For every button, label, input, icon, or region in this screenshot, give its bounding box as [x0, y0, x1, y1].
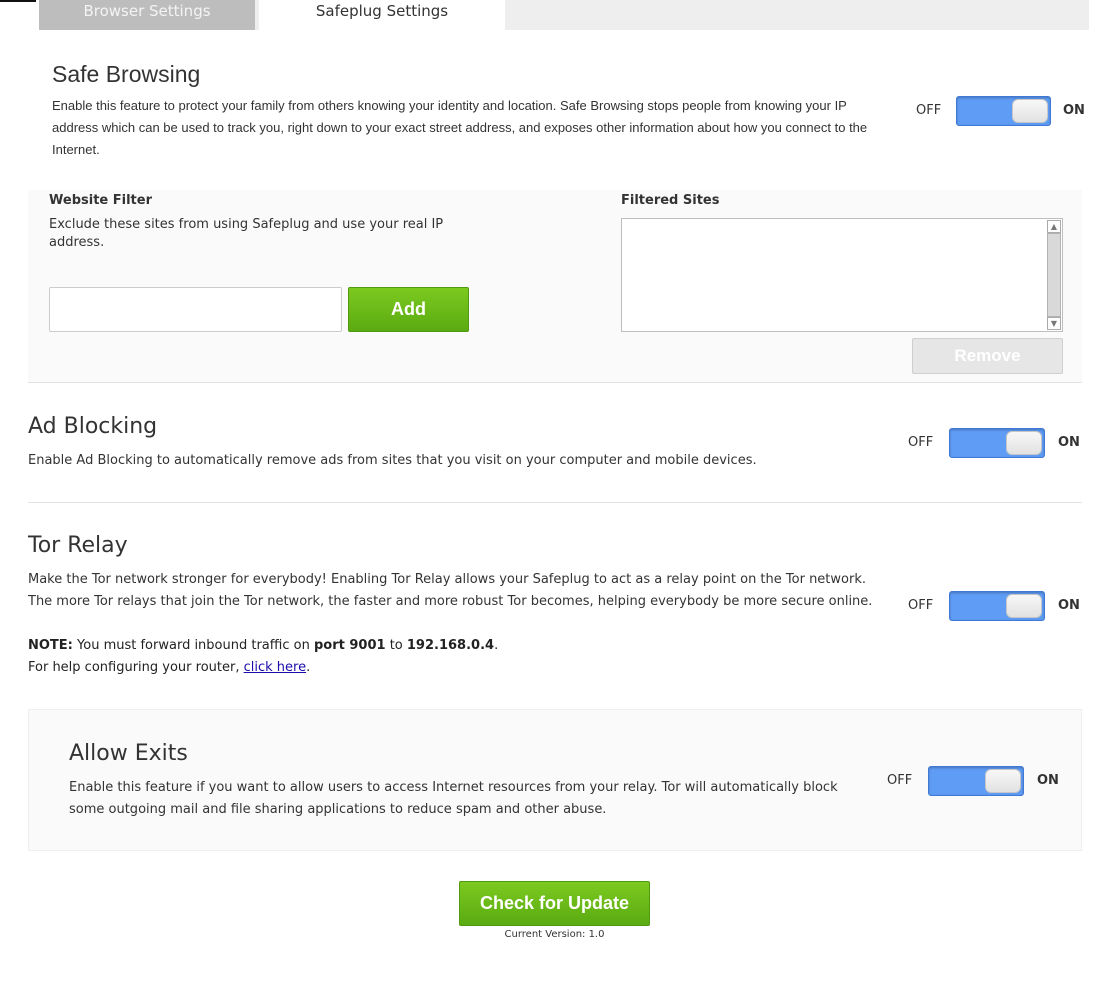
toggle-switch[interactable] [928, 766, 1024, 796]
router-help: For help configuring your router, click … [28, 657, 828, 679]
note-ip: 192.168.0.4 [406, 638, 495, 653]
tor-relay-toggle[interactable]: OFF ON [908, 590, 1088, 622]
note-port: port 9001 [313, 638, 386, 653]
help-period: . [306, 660, 311, 675]
allow-exits-title: Allow Exits [69, 741, 188, 766]
toggle-off-label: OFF [887, 773, 913, 788]
click-here-link[interactable]: click here [244, 660, 306, 675]
toggle-switch[interactable] [949, 591, 1045, 621]
toggle-on-label: ON [1058, 435, 1080, 450]
filtered-sites-scrollbar[interactable]: ▲ ▼ [1047, 220, 1061, 330]
scroll-thumb[interactable] [1047, 233, 1061, 317]
ad-blocking-toggle[interactable]: OFF ON [908, 427, 1088, 459]
toggle-switch[interactable] [956, 96, 1051, 126]
toggle-on-label: ON [1063, 103, 1085, 118]
safe-browsing-title: Safe Browsing [52, 61, 201, 87]
toggle-off-label: OFF [916, 103, 942, 118]
toggle-knob [1012, 99, 1048, 123]
section-divider [28, 502, 1082, 503]
scroll-up-icon[interactable]: ▲ [1047, 220, 1061, 233]
note-label: NOTE: [28, 638, 73, 653]
safe-browsing-toggle[interactable]: OFF ON [916, 95, 1086, 127]
filtered-sites-title: Filtered Sites [621, 193, 720, 208]
tab-bar: Browser Settings Safeplug Settings [39, 0, 1089, 30]
filtered-sites-list[interactable]: ▲ ▼ [621, 218, 1063, 332]
tor-relay-title: Tor Relay [28, 533, 128, 558]
corner-mark [0, 0, 36, 2]
toggle-knob [1006, 431, 1042, 455]
allow-exits-description: Enable this feature if you want to allow… [69, 780, 838, 817]
toggle-off-label: OFF [908, 435, 934, 450]
note-text-to: to [389, 638, 403, 653]
note-period: . [494, 638, 499, 653]
scroll-down-icon[interactable]: ▼ [1047, 317, 1061, 330]
allow-exits-panel: Allow Exits Enable this feature if you w… [28, 709, 1082, 851]
toggle-knob [1006, 594, 1042, 618]
website-filter-description: Exclude these sites from using Safeplug … [49, 217, 444, 250]
tab-browser-settings[interactable]: Browser Settings [39, 0, 255, 30]
toggle-knob [985, 769, 1021, 793]
help-text: For help configuring your router, [28, 660, 240, 675]
ad-blocking-title: Ad Blocking [28, 414, 158, 439]
toggle-off-label: OFF [908, 598, 934, 613]
check-for-update-button[interactable]: Check for Update [459, 881, 650, 926]
safe-browsing-description: Enable this feature to protect your fami… [52, 98, 868, 157]
toggle-on-label: ON [1037, 773, 1059, 788]
tab-safeplug-settings[interactable]: Safeplug Settings [259, 0, 505, 30]
remove-button[interactable]: Remove [912, 338, 1063, 374]
website-filter-input[interactable] [49, 287, 342, 332]
port-forward-note: NOTE: You must forward inbound traffic o… [28, 635, 828, 657]
tor-relay-description: Make the Tor network stronger for everyb… [28, 572, 873, 609]
website-filter-title: Website Filter [49, 193, 152, 208]
toggle-switch[interactable] [949, 428, 1045, 458]
add-button[interactable]: Add [348, 287, 469, 332]
toggle-on-label: ON [1058, 598, 1080, 613]
allow-exits-toggle[interactable]: OFF ON [887, 765, 1067, 797]
ad-blocking-description: Enable Ad Blocking to automatically remo… [28, 453, 757, 468]
note-text: You must forward inbound traffic on [77, 638, 310, 653]
current-version: Current Version: 1.0 [504, 929, 605, 940]
website-filter-panel: Website Filter Exclude these sites from … [28, 190, 1082, 383]
